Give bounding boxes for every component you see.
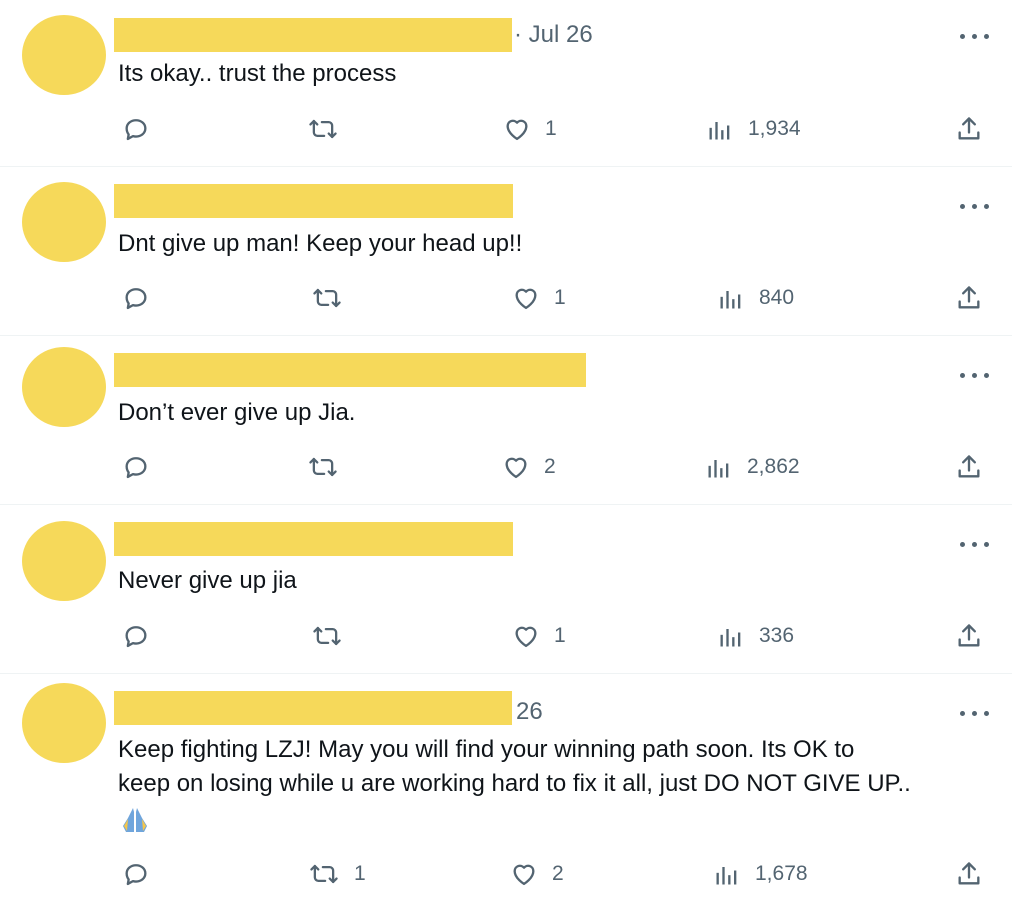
retweet-button[interactable] — [307, 453, 353, 481]
view-count: 1,678 — [755, 862, 808, 885]
tweet-4[interactable]: Never give up jia 1 336 — [0, 505, 1012, 673]
share-icon — [958, 624, 980, 647]
retweet-button[interactable] — [311, 622, 357, 650]
share-icon — [958, 455, 980, 478]
more-options-icon[interactable] — [960, 371, 990, 379]
tweet-timestamp[interactable]: 26 — [516, 698, 543, 726]
like-count: 1 — [554, 624, 566, 647]
reply-icon — [125, 864, 147, 886]
retweet-icon — [309, 457, 337, 477]
reply-icon — [125, 626, 147, 648]
avatar[interactable] — [22, 347, 106, 427]
heart-icon — [513, 864, 535, 886]
view-count: 336 — [759, 624, 795, 647]
share-button[interactable] — [955, 860, 983, 888]
more-options-icon[interactable] — [960, 709, 990, 717]
views-button[interactable]: 1,934 — [706, 115, 801, 143]
view-count: 840 — [759, 286, 795, 309]
views-bar-chart-icon — [716, 867, 737, 885]
retweet-icon — [313, 626, 341, 646]
avatar[interactable] — [22, 521, 106, 601]
redacted-author-name — [114, 522, 513, 556]
avatar[interactable] — [22, 683, 106, 763]
like-button[interactable]: 1 — [503, 115, 557, 143]
like-button[interactable]: 2 — [510, 860, 564, 888]
redacted-author-name — [114, 18, 512, 52]
heart-icon — [506, 119, 528, 141]
more-options-icon[interactable] — [960, 32, 990, 40]
share-icon — [958, 117, 980, 140]
tweet-text: Never give up jia — [118, 567, 297, 594]
retweet-button[interactable] — [307, 115, 353, 143]
tweet-text: Dnt give up man! Keep your head up!! — [118, 230, 523, 257]
view-count: 2,862 — [747, 455, 800, 478]
retweet-count: 1 — [354, 862, 366, 885]
share-button[interactable] — [955, 453, 983, 481]
reply-icon — [125, 288, 147, 310]
like-count: 1 — [545, 117, 557, 140]
reply-icon — [125, 119, 147, 141]
tweet-text: Don’t ever give up Jia. — [118, 399, 356, 426]
share-icon — [958, 862, 980, 885]
tweet-3[interactable]: Don’t ever give up Jia. 2 2,862 — [0, 336, 1012, 504]
avatar[interactable] — [22, 15, 106, 95]
views-button[interactable]: 2,862 — [705, 453, 800, 481]
reply-icon — [125, 457, 147, 479]
share-button[interactable] — [955, 284, 983, 312]
like-count: 2 — [544, 455, 556, 478]
redacted-author-name — [114, 353, 586, 387]
like-count: 1 — [554, 286, 566, 309]
like-button[interactable]: 1 — [512, 622, 566, 650]
retweet-button[interactable] — [311, 284, 357, 312]
views-bar-chart-icon — [720, 291, 741, 309]
tweet-text-line-1: Keep fighting LZJ! May you will find you… — [118, 736, 855, 763]
reply-button[interactable] — [122, 284, 164, 312]
tweet-5[interactable]: 26 Keep fighting LZJ! May you will find … — [0, 674, 1012, 902]
reply-button[interactable] — [122, 860, 164, 888]
share-button[interactable] — [955, 622, 983, 650]
retweet-icon — [309, 119, 337, 139]
like-button[interactable]: 1 — [512, 284, 566, 312]
reply-button[interactable] — [122, 115, 164, 143]
more-options-icon[interactable] — [960, 202, 990, 210]
tweet-2[interactable]: Dnt give up man! Keep your head up!! 1 8… — [0, 167, 1012, 335]
views-button[interactable]: 1,678 — [713, 860, 808, 888]
views-bar-chart-icon — [720, 629, 741, 647]
like-button[interactable]: 2 — [502, 453, 556, 481]
reply-button[interactable] — [122, 622, 164, 650]
views-bar-chart-icon — [709, 122, 730, 140]
like-count: 2 — [552, 862, 564, 885]
folded-hands-emoji-icon — [120, 806, 150, 832]
views-button[interactable]: 336 — [717, 622, 794, 650]
share-icon — [958, 286, 980, 309]
retweet-button[interactable]: 1 — [308, 860, 366, 888]
retweet-icon — [313, 288, 341, 308]
tweet-timestamp[interactable]: · Jul 26 — [514, 21, 593, 49]
view-count: 1,934 — [748, 117, 801, 140]
heart-icon — [505, 457, 527, 479]
tweet-1[interactable]: · Jul 26 Its okay.. trust the process 1 … — [0, 0, 1012, 166]
share-button[interactable] — [955, 115, 983, 143]
retweet-icon — [310, 864, 338, 884]
heart-icon — [515, 626, 537, 648]
tweet-text-line-2: keep on losing while u are working hard … — [118, 770, 911, 797]
more-options-icon[interactable] — [960, 540, 990, 548]
tweet-text: Its okay.. trust the process — [118, 60, 397, 87]
reply-button[interactable] — [122, 453, 164, 481]
heart-icon — [515, 288, 537, 310]
views-bar-chart-icon — [708, 460, 729, 478]
views-button[interactable]: 840 — [717, 284, 794, 312]
redacted-author-name — [114, 184, 513, 218]
avatar[interactable] — [22, 182, 106, 262]
redacted-author-name — [114, 691, 512, 725]
